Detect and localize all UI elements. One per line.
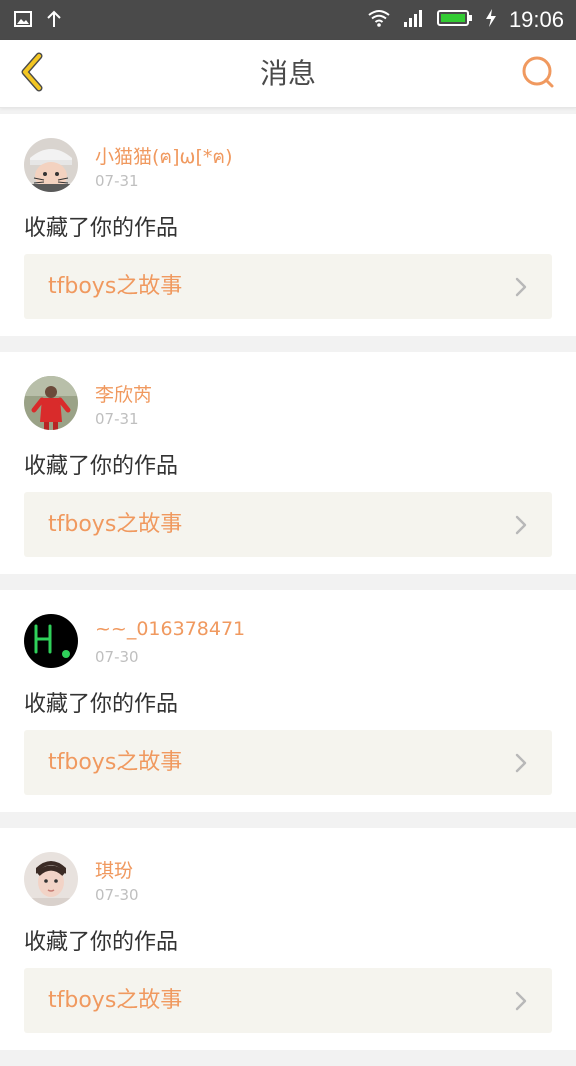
work-link[interactable]: tfboys之故事 (24, 492, 552, 557)
status-bar-right: 19:06 (367, 6, 564, 34)
chevron-right-icon (510, 276, 532, 298)
search-icon (521, 55, 555, 93)
work-link[interactable]: tfboys之故事 (24, 254, 552, 319)
action-text: 收藏了你的作品 (24, 692, 179, 717)
status-bar: 19:06 (0, 0, 576, 40)
status-bar-left (14, 10, 62, 32)
work-title: tfboys之故事 (48, 274, 183, 299)
charging-icon (485, 8, 497, 32)
message-date: 07-31 (95, 172, 139, 190)
chevron-right-icon (510, 990, 532, 1012)
list-item: 小猫猫(ฅ]ω[*ฅ) 07-31 收藏了你的作品 tfboys之故事 (0, 114, 576, 336)
avatar[interactable] (24, 614, 78, 668)
user-name[interactable]: ~~_016378471 (95, 618, 245, 640)
message-date: 07-30 (95, 648, 139, 666)
upload-icon (46, 10, 62, 32)
message-date: 07-30 (95, 886, 139, 904)
status-time: 19:06 (508, 7, 564, 32)
work-title: tfboys之故事 (48, 750, 183, 775)
message-list: 小猫猫(ฅ]ω[*ฅ) 07-31 收藏了你的作品 tfboys之故事 李欣芮 … (0, 114, 576, 1066)
action-text: 收藏了你的作品 (24, 454, 179, 479)
user-name[interactable]: 琪玢 (95, 856, 133, 883)
wifi-icon (367, 8, 391, 32)
user-name[interactable]: 李欣芮 (95, 380, 152, 407)
work-title: tfboys之故事 (48, 512, 183, 537)
list-item: 琪玢 07-30 收藏了你的作品 tfboys之故事 (0, 828, 576, 1050)
action-text: 收藏了你的作品 (24, 930, 179, 955)
chevron-right-icon (510, 514, 532, 536)
image-icon (14, 11, 32, 31)
battery-icon (436, 8, 473, 32)
work-title: tfboys之故事 (48, 988, 183, 1013)
list-item: ~~_016378471 07-30 收藏了你的作品 tfboys之故事 (0, 590, 576, 812)
avatar[interactable] (24, 138, 78, 192)
search-button[interactable] (518, 54, 558, 94)
avatar[interactable] (24, 852, 78, 906)
message-date: 07-31 (95, 410, 139, 428)
signal-icon (403, 8, 425, 32)
work-link[interactable]: tfboys之故事 (24, 968, 552, 1033)
list-item: 李欣芮 07-31 收藏了你的作品 tfboys之故事 (0, 352, 576, 574)
action-text: 收藏了你的作品 (24, 216, 179, 241)
app-header: 消息 (0, 40, 576, 108)
avatar[interactable] (24, 376, 78, 430)
chevron-right-icon (510, 752, 532, 774)
work-link[interactable]: tfboys之故事 (24, 730, 552, 795)
page-title: 消息 (259, 57, 316, 90)
user-name[interactable]: 小猫猫(ฅ]ω[*ฅ) (95, 142, 232, 172)
